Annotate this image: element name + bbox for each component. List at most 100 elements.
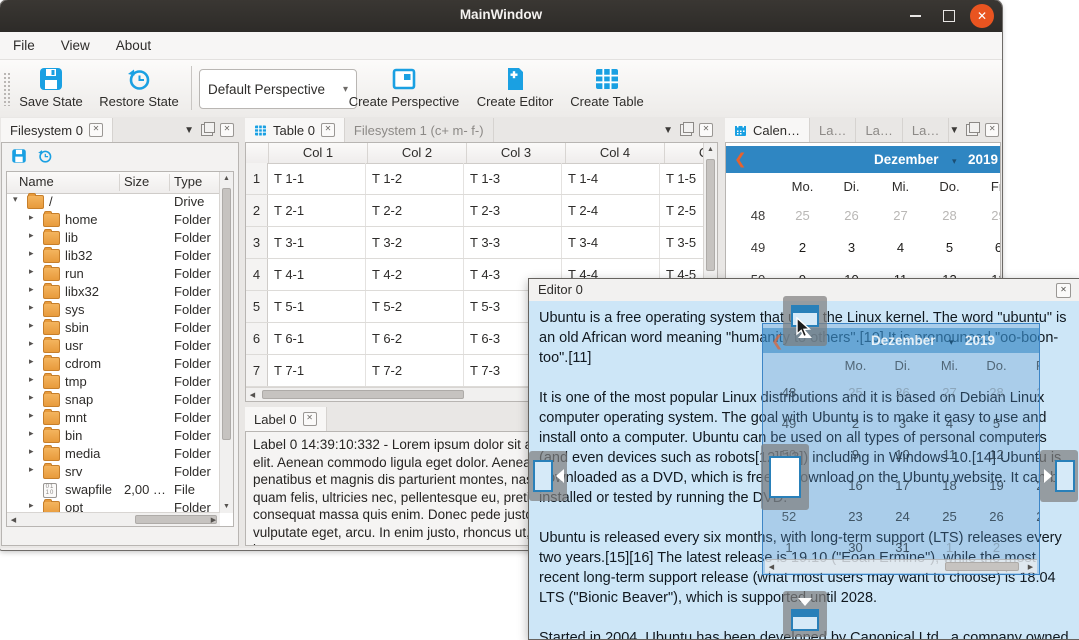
tree-row[interactable]: 01 10swapfile2,00 …File	[7, 481, 220, 499]
tree-row[interactable]: ▸sbinFolder	[7, 319, 220, 337]
calendar-day-cell[interactable]: 24	[879, 509, 926, 524]
table-cell[interactable]: T 7-2	[366, 355, 464, 386]
save-icon[interactable]	[11, 148, 27, 164]
calendar-day-cell[interactable]: 1	[926, 540, 973, 555]
create-table-button[interactable]: Create Table	[563, 66, 651, 109]
calendar-day-cell[interactable]: 27	[926, 385, 973, 400]
table-row-number[interactable]: 5	[246, 291, 268, 322]
calendar-day-cell[interactable]: 3	[879, 416, 926, 431]
tree-row[interactable]: ▸usrFolder	[7, 337, 220, 355]
table-cell[interactable]: T 1-4	[562, 163, 660, 194]
restore-state-button[interactable]: Restore State	[92, 66, 186, 109]
tree-row[interactable]: ▾/Drive	[7, 193, 220, 211]
editor-close-icon[interactable]: ✕	[1056, 283, 1071, 298]
tab-calendar[interactable]: Calen…	[725, 118, 810, 142]
calendar-day-cell[interactable]: 25	[778, 208, 827, 223]
tree-collapsed-icon[interactable]: ▸	[29, 320, 34, 331]
calendar-prev-icon[interactable]: ❮	[734, 150, 747, 168]
tree-collapsed-icon[interactable]: ▸	[29, 230, 34, 241]
calendar-day-cell[interactable]: 23	[832, 509, 879, 524]
tree-row[interactable]: ▸tmpFolder	[7, 373, 220, 391]
calendar-day-cell[interactable]: 6	[1020, 416, 1040, 431]
calendar-day-cell[interactable]: 26	[827, 208, 876, 223]
table-column-header[interactable]: Col 1	[269, 143, 368, 163]
calendar-day-cell[interactable]: 25	[832, 385, 879, 400]
calendar-day-cell[interactable]: 4	[926, 416, 973, 431]
table-cell[interactable]: T 1-2	[366, 163, 464, 194]
close-button[interactable]: ✕	[970, 4, 994, 28]
table-cell[interactable]: T 5-2	[366, 291, 464, 322]
tree-row[interactable]: ▸libFolder	[7, 229, 220, 247]
tree-collapsed-icon[interactable]: ▸	[29, 266, 34, 277]
calendar-day-cell[interactable]: 3	[1020, 540, 1040, 555]
maximize-button[interactable]	[938, 5, 960, 27]
tree-row[interactable]: ▸libx32Folder	[7, 283, 220, 301]
table-cell[interactable]: T 2-4	[562, 195, 660, 226]
scroll-left-icon[interactable]: ◀	[7, 513, 20, 526]
window-titlebar[interactable]: MainWindow ✕	[0, 0, 1002, 32]
tree-header-size[interactable]: Size	[124, 174, 149, 189]
calendar-day-cell[interactable]: 16	[832, 478, 879, 493]
calendar-day-cell[interactable]: 28	[925, 208, 974, 223]
calendar-day-cell[interactable]: 12	[973, 447, 1020, 462]
tab-filesystem-0[interactable]: Filesystem 0 ✕	[1, 118, 113, 142]
calendar-day-cell[interactable]: 19	[973, 478, 1020, 493]
drop-indicator-right[interactable]	[1040, 450, 1078, 502]
scroll-left-icon[interactable]: ◀	[246, 388, 259, 401]
table-column-header[interactable]: Col 3	[467, 143, 566, 163]
perspective-combobox[interactable]: Default Perspective ▾	[199, 69, 357, 109]
calendar-day-cell[interactable]: 11	[926, 447, 973, 462]
panel-menu-icon[interactable]: ▼	[663, 125, 673, 136]
tree-row[interactable]: ▸runFolder	[7, 265, 220, 283]
scroll-thumb[interactable]	[222, 188, 231, 440]
scroll-up-icon[interactable]: ▲	[704, 143, 717, 156]
calendar-day-cell[interactable]: 30	[832, 540, 879, 555]
calendar-day-cell[interactable]: 27	[876, 208, 925, 223]
table-cell[interactable]: T 6-2	[366, 323, 464, 354]
calendar-day-cell[interactable]: 25	[926, 509, 973, 524]
tree-row[interactable]: ▸srvFolder	[7, 463, 220, 481]
restore-icon[interactable]	[37, 148, 53, 164]
tree-row[interactable]: ▸homeFolder	[7, 211, 220, 229]
calendar-day-cell[interactable]: 10	[879, 447, 926, 462]
panel-menu-icon[interactable]: ▼	[184, 125, 194, 136]
calendar-day-cell[interactable]: 26	[879, 385, 926, 400]
panel-close-icon[interactable]: ✕	[985, 123, 999, 137]
calendar-day-cell[interactable]: 29	[974, 208, 1001, 223]
tree-collapsed-icon[interactable]: ▸	[29, 500, 34, 511]
tree-row[interactable]: ▸sysFolder	[7, 301, 220, 319]
tab-label-2[interactable]: La…	[856, 118, 902, 142]
calendar-year[interactable]: 2019	[968, 152, 998, 167]
tab-close-icon[interactable]: ✕	[321, 123, 335, 137]
column-separator[interactable]	[169, 174, 170, 191]
table-cell[interactable]: T 3-5	[660, 227, 704, 258]
table-cell[interactable]: T 4-1	[268, 259, 366, 290]
tab-close-icon[interactable]: ✕	[89, 123, 103, 137]
table-row-number[interactable]: 6	[246, 323, 268, 354]
calendar-day-cell[interactable]: 2	[778, 240, 827, 255]
table-cell[interactable]: T 3-2	[366, 227, 464, 258]
panel-close-icon[interactable]: ✕	[220, 123, 234, 137]
panel-float-icon[interactable]	[966, 124, 978, 136]
tree-collapsed-icon[interactable]: ▸	[29, 356, 34, 367]
calendar-day-cell[interactable]: 29	[1020, 385, 1040, 400]
minimize-button[interactable]	[904, 5, 926, 27]
calendar-day-cell[interactable]: 20	[1020, 478, 1040, 493]
calendar-day-cell[interactable]: 4	[876, 240, 925, 255]
table-cell[interactable]: T 2-5	[660, 195, 704, 226]
table-cell[interactable]: T 3-1	[268, 227, 366, 258]
table-cell[interactable]: T 3-3	[464, 227, 562, 258]
calendar-day-cell[interactable]: 9	[832, 447, 879, 462]
tree-collapsed-icon[interactable]: ▸	[29, 392, 34, 403]
tree-row[interactable]: ▸cdromFolder	[7, 355, 220, 373]
table-cell[interactable]: T 2-3	[464, 195, 562, 226]
calendar-day-cell[interactable]: 18	[926, 478, 973, 493]
table-cell[interactable]: T 2-2	[366, 195, 464, 226]
tab-filesystem-1[interactable]: Filesystem 1 (c+ m- f-)	[345, 118, 494, 142]
tree-collapsed-icon[interactable]: ▸	[29, 302, 34, 313]
calendar-day-cell[interactable]: 3	[827, 240, 876, 255]
tree-collapsed-icon[interactable]: ▸	[29, 212, 34, 223]
tree-header-name[interactable]: Name	[19, 174, 54, 189]
tree-row[interactable]: ▸binFolder	[7, 427, 220, 445]
tree-collapsed-icon[interactable]: ▸	[29, 464, 34, 475]
